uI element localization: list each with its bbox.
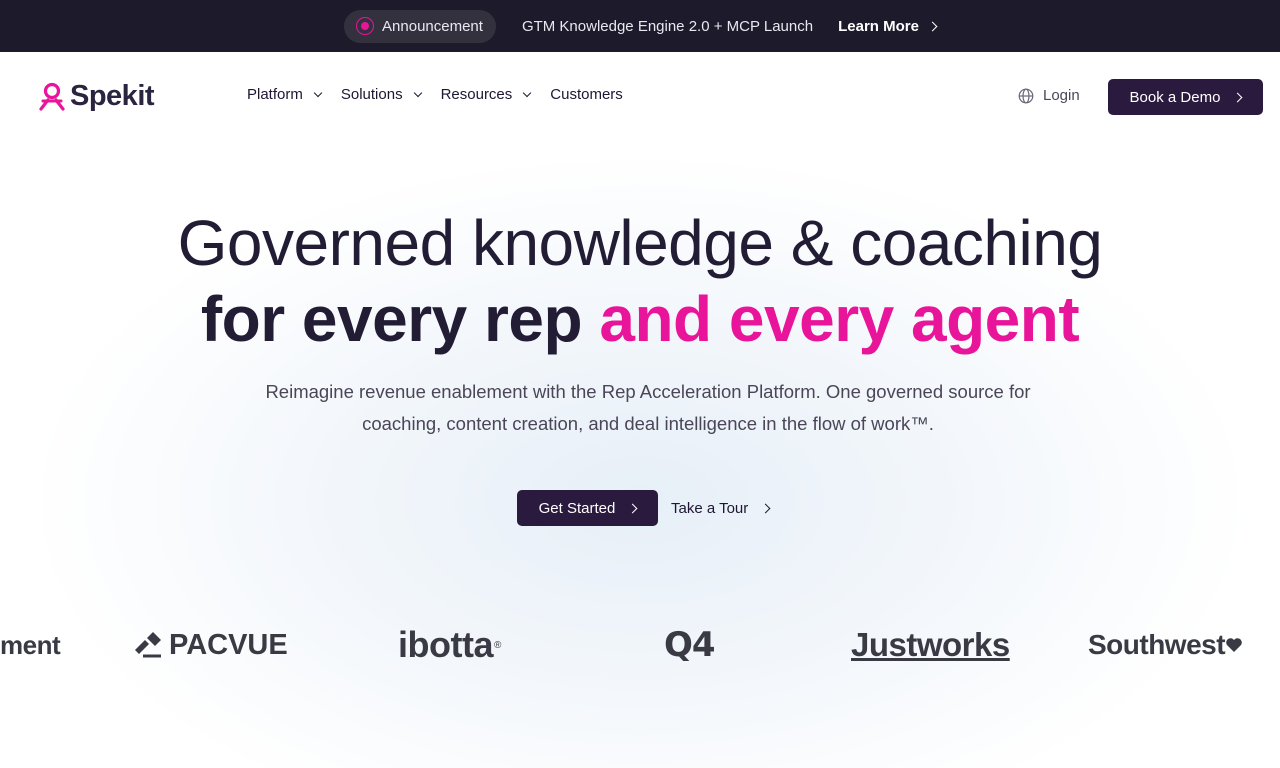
hero-title-line1: Governed knowledge & coaching [177, 207, 1103, 279]
spekit-logo-icon [39, 82, 65, 111]
announcement-dot-icon [356, 17, 375, 35]
hero-title-accent: and every agent [599, 283, 1080, 355]
nav-item-resources[interactable]: Resources [440, 86, 532, 103]
nav-item-label: Resources [440, 86, 513, 103]
nav-item-solutions[interactable]: Solutions [340, 86, 422, 103]
nav-item-label: Platform [247, 86, 303, 103]
chevron-right-icon [760, 503, 771, 513]
learn-more-link[interactable]: Learn More [838, 17, 938, 35]
hero-subtitle: Reimagine revenue enablement with the Re… [265, 381, 1031, 434]
take-tour-label: Take a Tour [671, 499, 749, 517]
customer-logo-text: Justworks [851, 626, 1010, 663]
chevron-down-icon [413, 88, 422, 98]
customer-logo-pacvue: PACVUE [133, 620, 288, 670]
customer-logo-q4: Q4 [664, 620, 716, 670]
hero-title: Governed knowledge & coaching for every … [0, 205, 1280, 357]
announcement-pill[interactable]: Announcement [344, 9, 496, 43]
customer-logo-text: Southwest [1088, 629, 1226, 660]
pacvue-mark-icon [135, 632, 161, 658]
nav-item-customers[interactable]: Customers [550, 86, 623, 103]
spekit-logo[interactable]: Spekit [38, 80, 155, 113]
customer-logo-strip: ment PACVUE ibotta ® Q4 Justworks Southwe… [0, 620, 1280, 670]
take-tour-button[interactable]: Take a Tour [671, 490, 771, 526]
customer-logo-southwest: Southwest [1088, 620, 1243, 670]
chevron-right-icon [627, 503, 638, 513]
globe-icon [1018, 88, 1034, 103]
book-demo-button[interactable]: Book a Demo [1108, 79, 1263, 115]
announcement-bar: Announcement GTM Knowledge Engine 2.0 + … [0, 0, 1280, 52]
main-nav: Spekit Platform Solutions Resources Cust… [0, 52, 1280, 142]
customer-logo-text: ibotta [398, 624, 493, 665]
announcement-text: GTM Knowledge Engine 2.0 + MCP Launch [521, 17, 814, 35]
chevron-down-icon [313, 88, 323, 98]
nav-menu: Platform Solutions Resources Customers [247, 86, 623, 103]
nav-item-label: Solutions [340, 86, 403, 103]
hero-title-line2: for every rep and every agent [0, 281, 1280, 357]
customer-logo-text: ment [0, 629, 61, 660]
book-demo-label: Book a Demo [1129, 88, 1221, 106]
logo-wordmark: Spekit [70, 80, 155, 112]
learn-more-label: Learn More [838, 17, 919, 35]
customer-logo-justworks: Justworks [851, 620, 1010, 670]
nav-item-platform[interactable]: Platform [247, 86, 323, 103]
get-started-button[interactable]: Get Started [517, 490, 658, 526]
customer-logo-text: PACVUE [169, 628, 288, 661]
get-started-label: Get Started [538, 499, 616, 517]
login-label: Login [1043, 87, 1080, 104]
customer-logo-text: Q4 [664, 625, 716, 665]
chevron-right-icon [1232, 92, 1243, 102]
nav-item-label: Customers [550, 86, 623, 103]
login-link[interactable]: Login [1018, 87, 1080, 104]
heart-icon [1226, 638, 1242, 652]
announcement-pill-label: Announcement [382, 17, 483, 35]
chevron-right-icon [927, 21, 938, 31]
customer-logo-ibotta: ibotta ® [398, 624, 501, 665]
customer-logo-partial: ment [0, 620, 61, 670]
hero-title-plain: for every rep [200, 283, 600, 355]
chevron-down-icon [523, 88, 532, 98]
